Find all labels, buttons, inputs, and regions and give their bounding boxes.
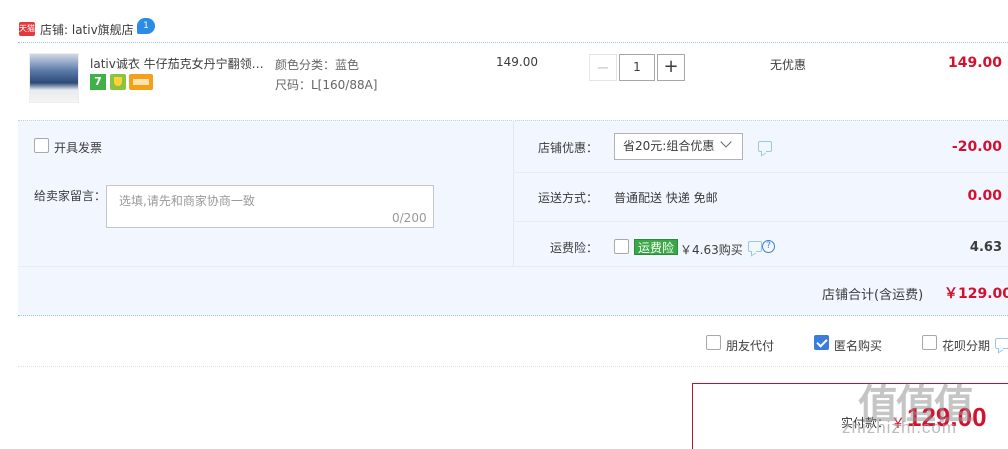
friend-pay-label: 朋友代付 <box>726 339 775 353</box>
store-total-label: 店铺合计(含运费) <box>822 288 924 303</box>
message-char-count: 0/200 <box>392 211 427 225</box>
insurance-label: 运费险： <box>549 241 598 255</box>
help-icon[interactable]: ? <box>762 240 775 253</box>
installment-label: 花呗分期 <box>942 339 991 353</box>
sku-size: 尺码：L[160/88A] <box>275 78 378 92</box>
comment-icon[interactable] <box>748 241 762 252</box>
friend-pay-checkbox[interactable] <box>706 335 721 350</box>
insurance-price: ￥4.63购买 <box>680 243 743 257</box>
message-placeholder: 选填,请先和商家协商一致 <box>119 194 255 208</box>
divider <box>18 42 1008 43</box>
shipping-label: 运送方式： <box>537 191 598 205</box>
credit-card-icon <box>129 74 153 90</box>
comment-icon[interactable] <box>758 141 772 152</box>
insurance-checkbox[interactable] <box>614 239 629 254</box>
divider <box>513 120 514 266</box>
shipping-amount: 0.00 <box>967 188 1002 204</box>
item-promotion: 无优惠 <box>770 58 807 72</box>
watermark-url: zhizhizhi.com <box>842 418 958 437</box>
quantity-input[interactable]: 1 <box>619 54 655 81</box>
divider <box>18 266 1008 267</box>
invoice-checkbox[interactable] <box>34 138 49 153</box>
divider <box>513 172 1008 173</box>
product-thumbnail[interactable] <box>29 53 79 103</box>
store-total-value: ￥129.00 <box>944 286 1008 302</box>
sku-color: 颜色分类：蓝色 <box>275 58 360 72</box>
seven-day-return-icon: 7 <box>90 74 106 90</box>
tmall-icon: 天猫 <box>19 22 35 36</box>
insurance-badge: 运费险 <box>634 239 679 255</box>
anonymous-checkbox[interactable] <box>814 335 829 350</box>
invoice-label: 开具发票 <box>54 141 103 155</box>
product-title-link[interactable]: lativ诚衣 牛仔茄克女丹宁翻领夹克 <box>90 55 272 72</box>
message-label: 给卖家留言： <box>34 189 107 203</box>
divider <box>513 221 1008 222</box>
store-discount-label: 店铺优惠： <box>537 141 598 155</box>
consumer-guarantee-icon <box>110 74 126 90</box>
item-subtotal: 149.00 <box>947 55 1002 71</box>
installment-checkbox[interactable] <box>922 335 937 350</box>
unit-price: 149.00 <box>496 55 538 69</box>
quantity-decrease-button[interactable]: − <box>589 54 617 81</box>
shipping-method: 普通配送 快递 免邮 <box>614 191 718 205</box>
chat-icon[interactable]: 1 <box>137 18 155 34</box>
insurance-amount: 4.63 <box>969 240 1002 255</box>
quantity-increase-button[interactable]: + <box>657 54 685 81</box>
store-discount-amount: -20.00 <box>951 139 1002 155</box>
divider <box>18 366 1008 367</box>
anonymous-label: 匿名购买 <box>834 339 883 353</box>
comment-icon[interactable] <box>995 338 1008 349</box>
store-name-link[interactable]: 店铺: lativ旗舰店 <box>40 21 134 38</box>
